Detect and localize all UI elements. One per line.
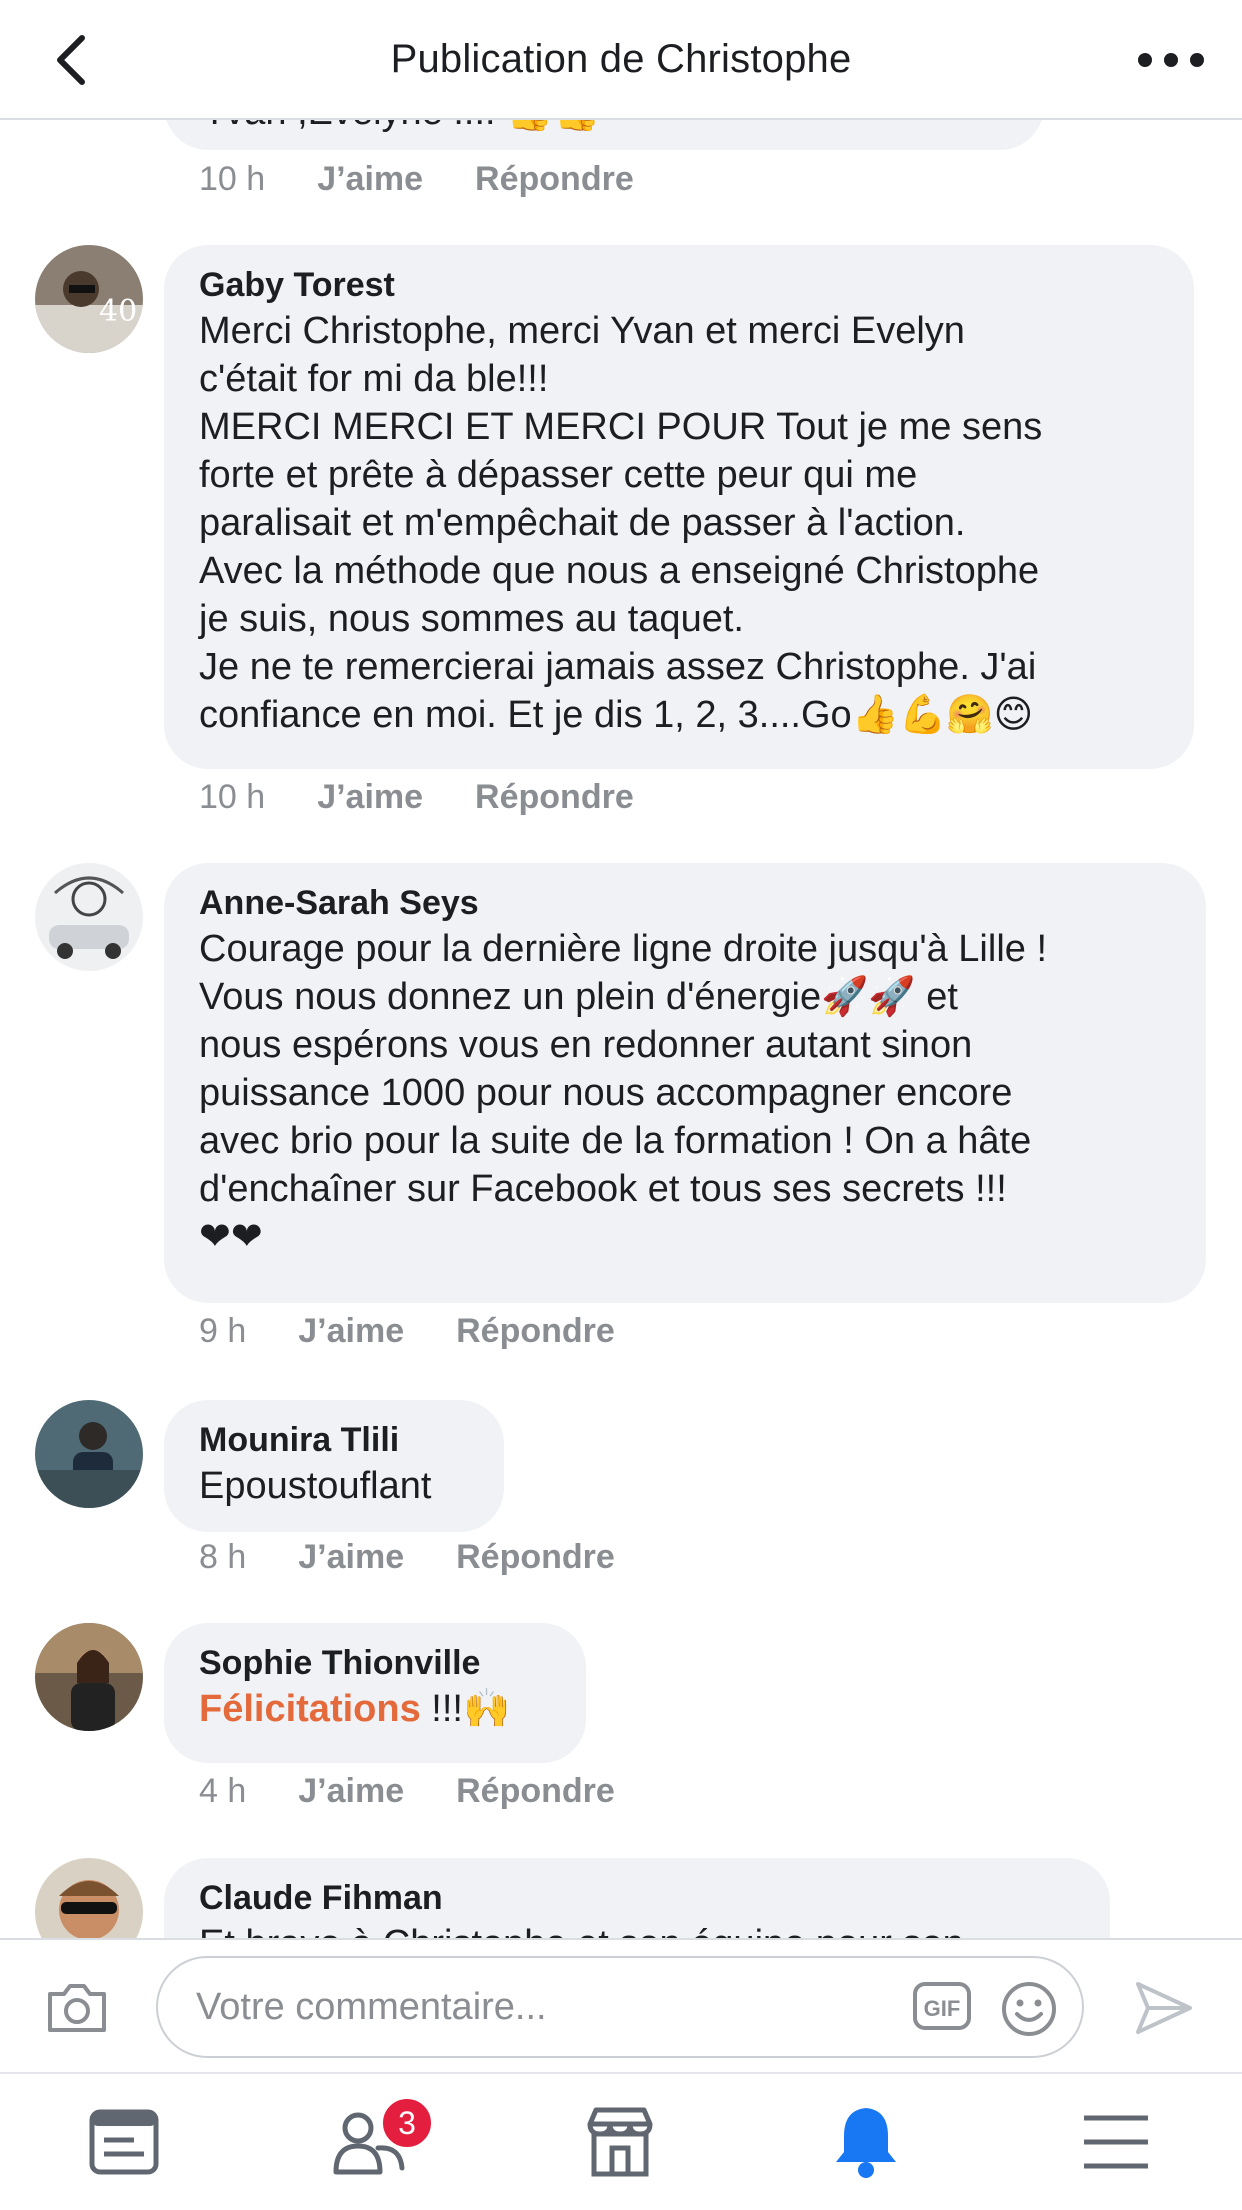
like-button[interactable]: J’aime (298, 1772, 404, 1811)
more-options-icon[interactable] (1138, 40, 1204, 80)
comment-text: Epoustouflant (199, 1465, 432, 1507)
avatar[interactable] (35, 1400, 143, 1508)
comment-time: 8 h (199, 1538, 247, 1576)
like-button[interactable]: J’aime (317, 778, 423, 817)
friends-tab[interactable]: 3 (332, 2096, 434, 2182)
comment-bubble[interactable]: Gaby Torest Merci Christophe, merci Yvan… (164, 245, 1194, 769)
reply-button[interactable]: Répondre (475, 778, 634, 817)
reply-button[interactable]: Répondre (456, 1312, 615, 1351)
comment-author[interactable]: Sophie Thionville (199, 1641, 552, 1685)
comment-actions: 10 h J’aime Répondre (199, 778, 634, 817)
gif-label: GIF (924, 1996, 961, 2021)
avatar[interactable] (35, 1623, 143, 1731)
camera-icon[interactable] (44, 1980, 110, 2036)
avatar[interactable] (35, 863, 143, 971)
marketplace-icon[interactable] (580, 2102, 660, 2182)
reply-button[interactable]: Répondre (456, 1538, 615, 1577)
reply-button[interactable]: Répondre (475, 160, 634, 199)
comment-author[interactable]: Claude Fihman (199, 1876, 1076, 1920)
comment-bubble[interactable]: Mounira Tlili Epoustouflant (164, 1400, 504, 1532)
highlighted-text-link[interactable]: Félicitations (199, 1688, 421, 1730)
comment-author[interactable]: Gaby Torest (199, 263, 1160, 307)
menu-icon[interactable] (1076, 2102, 1156, 2182)
top-bar: Publication de Christophe (0, 0, 1242, 120)
comment-time: 4 h (199, 1772, 247, 1810)
comment-actions: 9 h J’aime Répondre (199, 1312, 615, 1351)
avatar[interactable] (35, 1858, 143, 1938)
comment-actions: 4 h J’aime Répondre (199, 1772, 615, 1811)
gif-icon[interactable]: GIF (912, 1978, 972, 2034)
comment-time: 10 h (199, 160, 266, 198)
comment-bubble[interactable]: Claude Fihman Et bravo à Christophe et s… (164, 1858, 1110, 1938)
comment-text: Courage pour la dernière ligne droite ju… (199, 928, 1048, 1258)
comment-author[interactable]: Anne-Sarah Seys (199, 881, 1172, 925)
comment-time: 9 h (199, 1312, 247, 1350)
page-title: Publication de Christophe (390, 36, 852, 81)
comment-author[interactable]: Mounira Tlili (199, 1418, 470, 1462)
comment-text: Merci Christophe, merci Yvan et merci Ev… (199, 310, 1043, 736)
comment-bubble: Yvan ,Evelyne !!!! 👍👍 (164, 120, 1044, 150)
comment-composer: GIF (0, 1938, 1242, 2074)
emoji-icon[interactable] (1000, 1980, 1058, 2038)
comment-bubble[interactable]: Sophie Thionville Félicitations !!!🙌 (164, 1623, 586, 1763)
svg-text:40: 40 (99, 294, 137, 329)
comments-list[interactable]: Yvan ,Evelyne !!!! 👍👍 10 h J’aime Répond… (0, 120, 1242, 1938)
like-button[interactable]: J’aime (298, 1538, 404, 1577)
comment-input[interactable] (194, 1984, 798, 2030)
comment-text: Et bravo à Christophe et son équipe pour… (199, 1920, 1076, 1938)
comment-bubble[interactable]: Anne-Sarah Seys Courage pour la dernière… (164, 863, 1206, 1303)
comment-text: Yvan ,Evelyne !!!! 👍👍 (202, 120, 601, 136)
avatar[interactable]: 40 (35, 245, 143, 353)
comment-actions: 8 h J’aime Répondre (199, 1538, 615, 1577)
like-button[interactable]: J’aime (317, 160, 423, 199)
notifications-icon[interactable] (826, 2102, 906, 2182)
bottom-tab-bar: 3 (0, 2072, 1242, 2210)
news-feed-icon[interactable] (84, 2102, 164, 2182)
comment-text: Félicitations !!!🙌 (199, 1685, 552, 1733)
back-arrow-icon[interactable] (44, 30, 104, 90)
like-button[interactable]: J’aime (298, 1312, 404, 1351)
comment-text-rest: !!!🙌 (420, 1688, 511, 1730)
comment-time: 10 h (199, 778, 266, 816)
notification-badge: 3 (380, 2096, 434, 2150)
comment-actions: 10 h J’aime Répondre (199, 160, 634, 199)
send-icon[interactable] (1132, 1976, 1196, 2040)
reply-button[interactable]: Répondre (456, 1772, 615, 1811)
